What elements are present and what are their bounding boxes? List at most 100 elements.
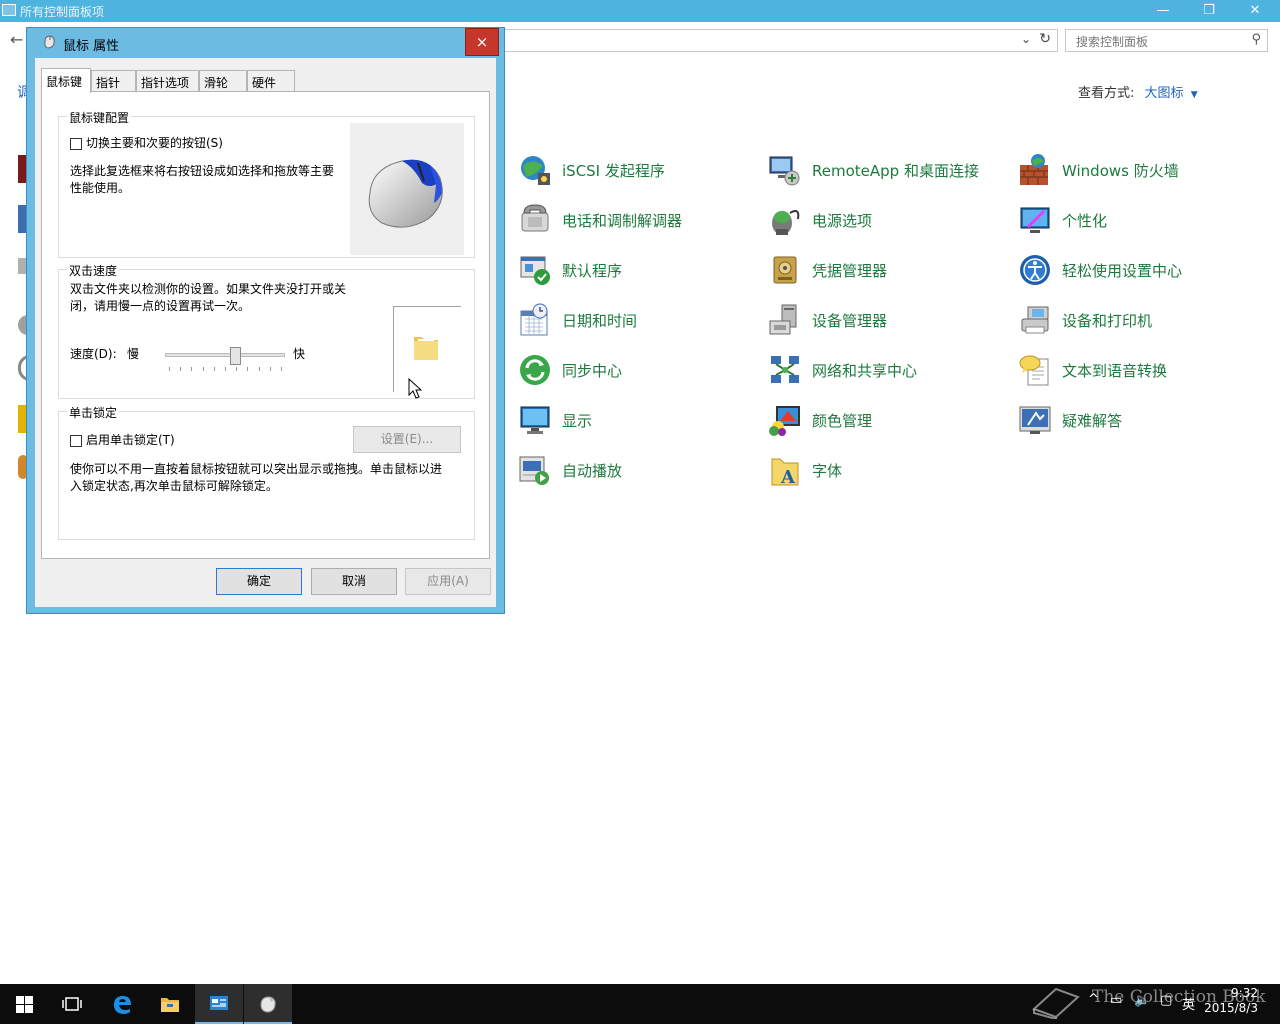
- notification-tray-icon[interactable]: ▢: [1160, 993, 1172, 1008]
- cp-item-label: RemoteApp 和桌面连接: [812, 162, 979, 180]
- tab-wheel[interactable]: 滑轮: [199, 70, 247, 92]
- click-lock-settings-button[interactable]: 设置(E)...: [353, 426, 461, 453]
- refresh-icon[interactable]: ↻: [1039, 31, 1051, 47]
- search-placeholder: 搜索控制面板: [1076, 35, 1149, 49]
- dialog-title: 鼠标 属性: [63, 39, 120, 54]
- apply-button[interactable]: 应用(A): [405, 568, 491, 595]
- cp-item-label: 默认程序: [562, 262, 623, 280]
- click-lock-description-2: 入锁定状态,再次单击鼠标可解除锁定。: [70, 479, 278, 493]
- switch-buttons-label[interactable]: 切换主要和次要的按钮(S): [86, 135, 223, 152]
- tab-hardware[interactable]: 硬件: [247, 70, 295, 92]
- hidden-item-icon[interactable]: [18, 205, 26, 233]
- display-icon: [520, 406, 550, 434]
- slider-tick: [180, 367, 182, 371]
- network-sharing-icon: [771, 356, 799, 383]
- personalization-icon: [1020, 207, 1050, 233]
- back-arrow-icon[interactable]: ←: [10, 30, 23, 49]
- cp-item-label: 疑难解答: [1062, 412, 1123, 430]
- slider-tick: [258, 367, 260, 371]
- speed-slider-thumb[interactable]: [229, 347, 241, 365]
- click-lock-description-1: 使你可以不用一直按着鼠标按钮就可以突出显示或拖拽。单击鼠标以进: [70, 462, 443, 476]
- device-manager-icon: [769, 304, 797, 335]
- double-click-description-1: 双击文件夹以检测你的设置。如果文件夹没打开或关: [70, 282, 347, 296]
- troubleshooting-icon: [1019, 406, 1051, 434]
- cp-item-label: 凭据管理器: [812, 262, 888, 280]
- double-click-description-2: 闭，请用慢一点的设置再试一次。: [70, 299, 251, 313]
- cp-item-label: 个性化: [1062, 212, 1108, 230]
- view-by-dropdown[interactable]: 大图标: [1145, 86, 1184, 101]
- mouse-cursor-icon: [408, 378, 422, 399]
- cp-item-label: 设备管理器: [812, 312, 888, 330]
- hidden-item-icon[interactable]: [18, 258, 26, 274]
- cp-item-label: 字体: [812, 462, 843, 480]
- sync-center-icon: [520, 355, 550, 385]
- system-clock[interactable]: 9:32 2015/8/3: [1204, 986, 1258, 1016]
- speed-slider-track[interactable]: [165, 353, 285, 357]
- dialog-close-button[interactable]: ×: [465, 28, 499, 56]
- address-dropdown-icon[interactable]: ⌄: [1021, 32, 1031, 46]
- dialog-titlebar[interactable]: 鼠标 属性 ×: [27, 28, 504, 58]
- color-management-icon: [769, 406, 800, 436]
- folder-icon[interactable]: [412, 331, 440, 363]
- cp-item-label: 自动播放: [562, 462, 623, 480]
- close-window-button[interactable]: ✕: [1232, 0, 1278, 22]
- ime-indicator[interactable]: 英: [1182, 994, 1195, 1013]
- speed-slow-label: 慢: [127, 347, 140, 361]
- restore-button[interactable]: ❐: [1186, 0, 1232, 22]
- button-config-description-2: 性能使用。: [70, 181, 131, 195]
- address-bar[interactable]: ⌄ ↻: [503, 29, 1058, 52]
- file-explorer-taskbar-button[interactable]: [146, 984, 194, 1024]
- hidden-item-icon[interactable]: [18, 405, 26, 433]
- ease-of-access-icon: [1020, 255, 1050, 285]
- click-lock-checkbox[interactable]: [70, 435, 82, 447]
- speed-label: 速度(D):: [70, 347, 117, 361]
- slider-tick: [281, 367, 282, 371]
- tab-pointer-options[interactable]: 指针选项: [136, 70, 199, 92]
- cp-item-label: 设备和打印机: [1062, 312, 1153, 330]
- cp-item-label: 轻松使用设置中心: [1062, 262, 1183, 280]
- dialog-body: 鼠标键 指针 指针选项 滑轮 硬件 鼠标键配置 切换主要和次要的按钮(S) 选择…: [35, 58, 496, 607]
- volume-tray-icon[interactable]: 🔈: [1134, 993, 1150, 1008]
- ok-button[interactable]: 确定: [216, 568, 302, 595]
- view-by-label: 查看方式:: [1078, 86, 1135, 101]
- control-panel-icon: [2, 4, 16, 16]
- network-tray-icon[interactable]: ▭: [1110, 993, 1122, 1008]
- slider-tick: [202, 367, 204, 371]
- mouse-properties-taskbar-button[interactable]: [244, 984, 292, 1024]
- task-view-icon: [62, 997, 82, 1011]
- control-panel-taskbar-icon: [210, 996, 228, 1010]
- search-input[interactable]: 搜索控制面板 ⚲: [1065, 29, 1268, 52]
- cancel-button[interactable]: 取消: [311, 568, 397, 595]
- group-legend: 鼠标键配置: [67, 109, 132, 126]
- task-view-button[interactable]: [48, 984, 96, 1024]
- view-by-caret-icon[interactable]: ▼: [1191, 90, 1198, 100]
- button-configuration-group: 鼠标键配置 切换主要和次要的按钮(S) 选择此复选框来将右按钮设成如选择和拖放等…: [58, 109, 475, 258]
- edge-taskbar-button[interactable]: [98, 984, 146, 1024]
- credential-manager-icon: [773, 256, 797, 284]
- button-config-description-1: 选择此复选框来将右按钮设成如选择和拖放等主要: [70, 164, 335, 178]
- click-lock-label[interactable]: 启用单击锁定(T): [86, 432, 175, 449]
- switch-buttons-checkbox[interactable]: [70, 138, 82, 150]
- start-button[interactable]: [0, 984, 48, 1024]
- book-watermark-icon: [1032, 987, 1080, 1019]
- tab-pointers[interactable]: 指针: [91, 70, 136, 92]
- autoplay-icon: [519, 456, 549, 485]
- window-title: 所有控制面板项: [20, 5, 105, 19]
- search-icon[interactable]: ⚲: [1251, 32, 1261, 47]
- view-by: 查看方式: 大图标 ▼: [1078, 82, 1198, 101]
- date-time-icon: [520, 303, 548, 336]
- devices-printers-icon: [1021, 306, 1049, 334]
- tray-overflow-icon[interactable]: ^: [1088, 992, 1099, 1007]
- mouse-taskbar-icon: [260, 996, 276, 1013]
- slider-tick: [247, 367, 249, 371]
- test-area[interactable]: [393, 306, 461, 392]
- slider-tick: [191, 367, 193, 371]
- minimize-button[interactable]: —: [1140, 0, 1186, 22]
- group-legend: 单击锁定: [67, 404, 120, 421]
- control-panel-taskbar-button[interactable]: [195, 984, 243, 1024]
- svg-text:A: A: [780, 467, 796, 487]
- default-programs-icon: [520, 256, 550, 285]
- group-legend: 双击速度: [67, 262, 120, 279]
- tab-buttons[interactable]: 鼠标键: [41, 68, 91, 93]
- slider-tick: [225, 367, 226, 371]
